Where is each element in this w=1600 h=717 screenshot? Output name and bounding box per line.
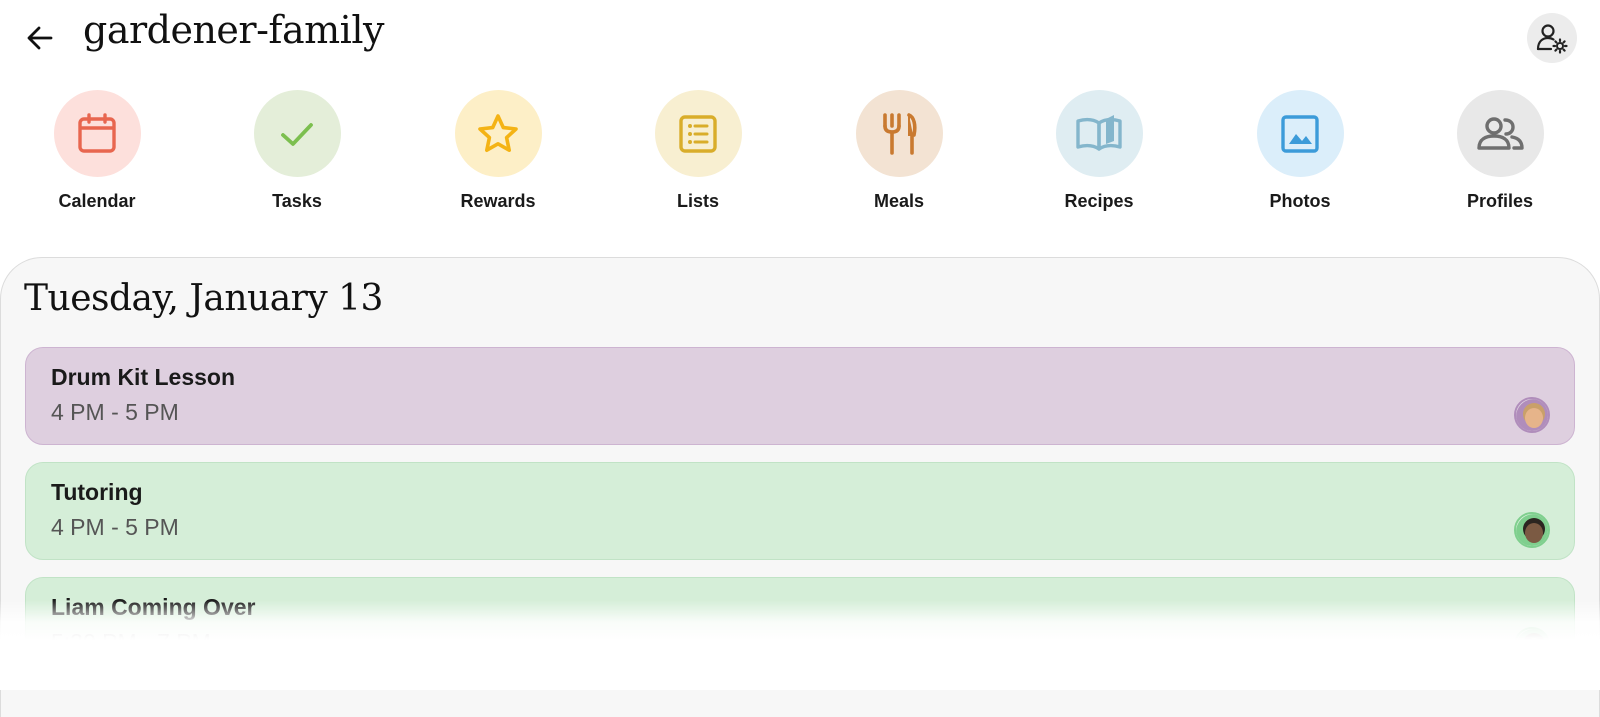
feature-nav: Calendar Tasks Rewards Lists Meals Recip… bbox=[0, 90, 1600, 220]
nav-lists[interactable]: Lists bbox=[623, 90, 773, 212]
nav-meals-label: Meals bbox=[873, 191, 925, 211]
avatar bbox=[1514, 397, 1550, 433]
app-header: gardener-family bbox=[0, 0, 1600, 80]
nav-recipes[interactable]: Recipes bbox=[1024, 90, 1174, 212]
event-time: 4 PM - 5 PM bbox=[51, 514, 179, 540]
back-button[interactable] bbox=[20, 18, 60, 58]
event-card[interactable]: Tutoring 4 PM - 5 PM bbox=[25, 462, 1575, 560]
event-card[interactable]: Drum Kit Lesson 4 PM - 5 PM bbox=[25, 347, 1575, 445]
event-card[interactable]: Liam Coming Over 5:30 PM - 7 PM bbox=[25, 577, 1575, 675]
nav-lists-label: Lists bbox=[676, 191, 719, 211]
book-icon bbox=[1076, 114, 1122, 151]
nav-rewards[interactable]: Rewards bbox=[423, 90, 573, 212]
image-icon bbox=[1281, 114, 1319, 153]
arrow-left-icon bbox=[27, 26, 53, 50]
nav-profiles-label: Profiles bbox=[1466, 191, 1534, 211]
utensils-icon bbox=[883, 112, 917, 155]
users-icon bbox=[1477, 116, 1524, 150]
nav-tasks[interactable]: Tasks bbox=[222, 90, 372, 212]
user-settings-icon bbox=[1536, 24, 1568, 54]
avatar bbox=[1514, 512, 1550, 548]
date-heading: Tuesday, January 13 bbox=[24, 278, 383, 319]
nav-calendar-label: Calendar bbox=[58, 191, 136, 211]
calendar-icon bbox=[78, 112, 116, 153]
nav-recipes-label: Recipes bbox=[1064, 191, 1134, 211]
nav-rewards-circle bbox=[454, 90, 542, 177]
event-title: Tutoring bbox=[51, 479, 143, 505]
nav-photos-circle bbox=[1256, 90, 1344, 177]
nav-photos-label: Photos bbox=[1269, 191, 1331, 211]
event-time: 5:30 PM - 7 PM bbox=[51, 629, 211, 655]
nav-meals[interactable]: Meals bbox=[824, 90, 974, 212]
event-title: Liam Coming Over bbox=[51, 594, 256, 620]
check-icon bbox=[281, 122, 313, 146]
event-time: 4 PM - 5 PM bbox=[51, 399, 179, 425]
nav-recipes-circle bbox=[1055, 90, 1143, 177]
nav-tasks-circle bbox=[253, 90, 341, 177]
nav-rewards-label: Rewards bbox=[460, 191, 536, 211]
list-icon bbox=[679, 114, 717, 153]
nav-tasks-label: Tasks bbox=[272, 191, 322, 211]
nav-profiles-circle bbox=[1456, 90, 1544, 177]
nav-lists-circle bbox=[654, 90, 742, 177]
nav-profiles[interactable]: Profiles bbox=[1425, 90, 1575, 212]
user-settings-button[interactable] bbox=[1527, 13, 1577, 63]
avatar-photo bbox=[1516, 514, 1548, 546]
avatar bbox=[1514, 627, 1550, 663]
nav-meals-circle bbox=[855, 90, 943, 177]
star-icon bbox=[478, 113, 518, 152]
page-title: gardener-family bbox=[83, 8, 384, 52]
nav-calendar-circle bbox=[53, 90, 141, 177]
event-title: Drum Kit Lesson bbox=[51, 364, 236, 390]
nav-calendar[interactable]: Calendar bbox=[22, 90, 172, 212]
day-panel: Tuesday, January 13 Drum Kit Lesson 4 PM… bbox=[0, 257, 1600, 717]
avatar-photo bbox=[1516, 629, 1548, 661]
avatar-photo bbox=[1516, 399, 1548, 431]
nav-photos[interactable]: Photos bbox=[1225, 90, 1375, 212]
